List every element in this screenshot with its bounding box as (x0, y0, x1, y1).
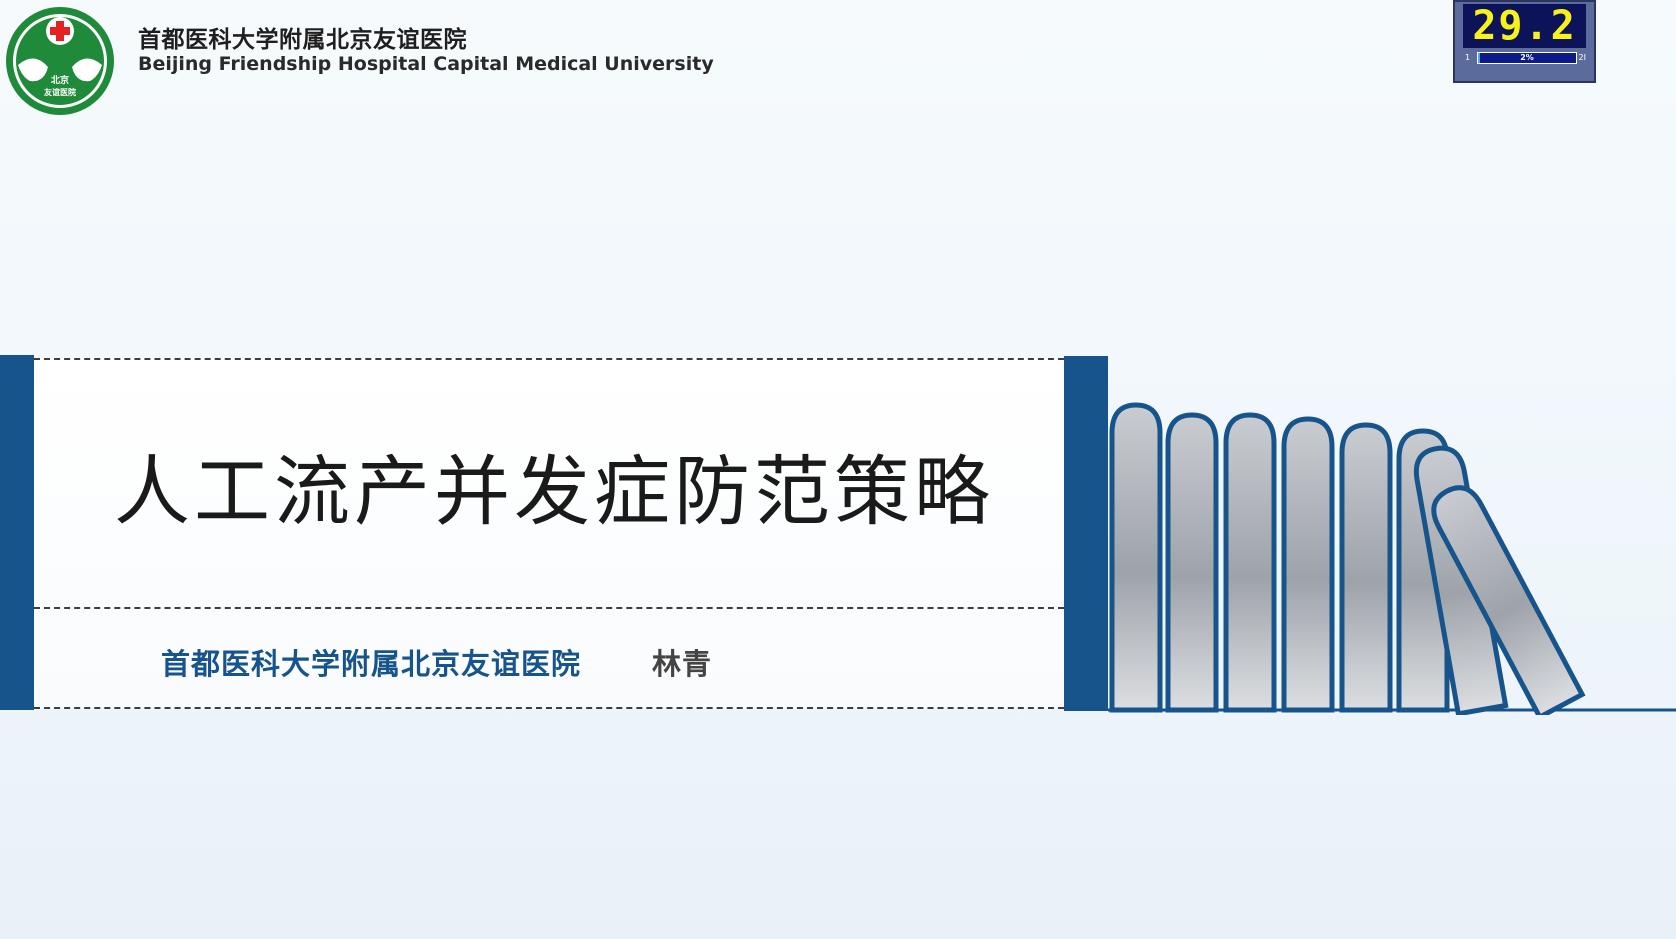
logo-text-line1: 北京 (51, 74, 69, 86)
countdown-timer[interactable]: 29.2 1 2% 2I (1453, 0, 1596, 83)
timer-display: 29.2 (1463, 4, 1586, 48)
hospital-name-cn: 首都医科大学附属北京友谊医院 (138, 27, 467, 53)
falling-books-icon (1108, 402, 1676, 715)
left-accent-bar (0, 355, 34, 710)
timer-progress-bar: 2% (1477, 52, 1577, 64)
right-accent-bar (1064, 356, 1108, 711)
dashed-divider-middle (34, 607, 1064, 609)
hospital-name-en: Beijing Friendship Hospital Capital Medi… (138, 53, 714, 75)
presenter-organization: 首都医科大学附属北京友谊医院 (161, 647, 582, 681)
header: 北京 友谊医院 首都医科大学附属北京友谊医院 Beijing Friendshi… (0, 0, 1676, 120)
title-band: 人工流产并发症防范策略 首都医科大学附属北京友谊医院 林青 (0, 355, 1676, 715)
dashed-divider-top (34, 358, 1064, 360)
timer-min-label: 1 (1465, 53, 1471, 62)
hospital-logo-icon: 北京 友谊医院 (6, 7, 114, 115)
slide: { "header": { "hospital_name_cn": "首都医科大… (0, 0, 1676, 939)
dashed-divider-bottom (34, 707, 1064, 709)
timer-progress-label: 2% (1520, 53, 1534, 62)
timer-max-label: 2I (1578, 53, 1586, 62)
logo-text-line2: 友谊医院 (43, 87, 76, 97)
presenter-name: 林青 (652, 647, 713, 681)
slide-title: 人工流产并发症防范策略 (114, 447, 994, 536)
